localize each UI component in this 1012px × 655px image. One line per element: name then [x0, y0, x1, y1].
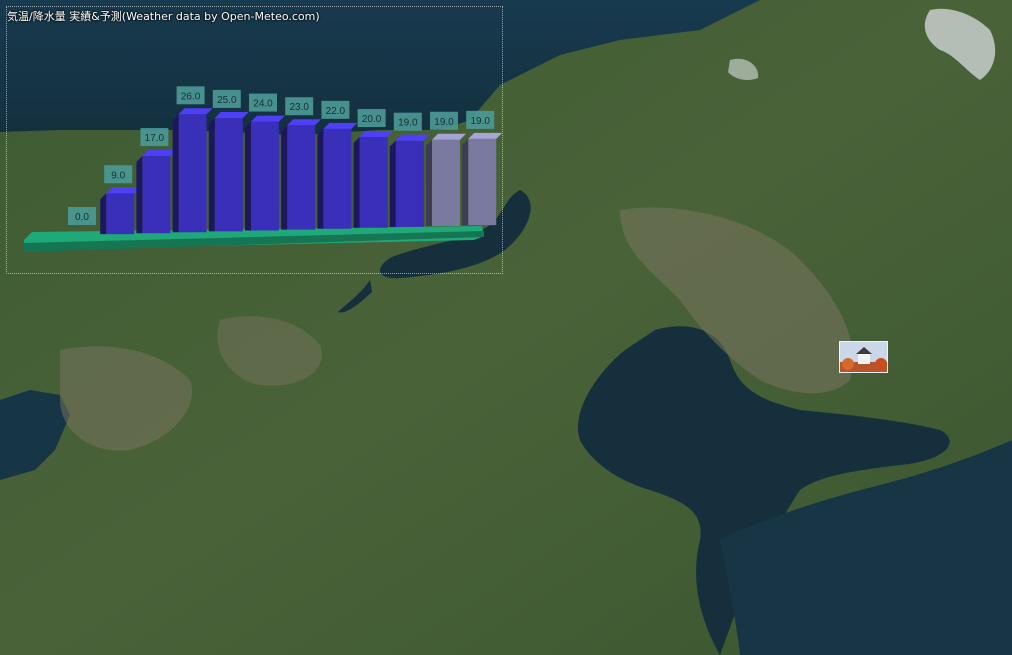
value-label: 22.0 — [326, 106, 346, 117]
castle-photo-icon[interactable] — [839, 341, 888, 373]
bar-top — [323, 122, 358, 129]
value-label: 17.0 — [145, 133, 165, 144]
bar-side — [136, 156, 143, 234]
weather-bar-chart: 0.0 9.0 17.0 26.0 25.0 24.0 23.0 22.0 20.0 19.0 19… — [24, 86, 503, 252]
bar-side — [462, 138, 469, 226]
bar-top — [359, 131, 394, 138]
value-label: 26.0 — [181, 91, 201, 102]
bar — [323, 128, 352, 229]
value-label: 19.0 — [398, 118, 418, 129]
value-label: 9.0 — [111, 170, 125, 181]
bar-top — [142, 150, 177, 157]
bar-top — [106, 187, 141, 194]
bar — [142, 156, 171, 234]
bar-top — [214, 111, 249, 118]
bar — [178, 114, 207, 233]
bar-top — [251, 115, 285, 122]
bar-side — [389, 140, 396, 227]
bar-top — [468, 132, 503, 139]
bar-side — [245, 121, 251, 231]
bar — [432, 139, 460, 226]
bar — [287, 125, 316, 230]
bar-side — [317, 128, 324, 229]
bar-top — [395, 134, 430, 141]
bar — [251, 121, 279, 231]
value-label: 19.0 — [434, 117, 454, 128]
bar — [395, 140, 424, 227]
bar — [468, 138, 497, 226]
bar-top — [432, 133, 466, 140]
bar-side — [100, 193, 107, 235]
value-label: 24.0 — [253, 99, 273, 110]
bar-side — [281, 125, 288, 230]
value-label: 25.0 — [217, 95, 237, 106]
bar-side — [208, 117, 215, 232]
bar-top — [287, 119, 322, 126]
bar-side — [172, 114, 179, 233]
value-label: 19.0 — [470, 116, 490, 127]
bar — [214, 117, 243, 232]
map-title: 気温/降水量 実績&予測(Weather data by Open-Meteo.… — [7, 10, 320, 23]
bar-side — [426, 139, 432, 226]
value-label: 20.0 — [362, 114, 382, 125]
bar-top — [178, 108, 213, 115]
bar — [106, 193, 135, 235]
bar — [359, 137, 388, 228]
bar-side — [353, 137, 360, 228]
value-label: 23.0 — [289, 102, 309, 113]
value-label: 0.0 — [75, 212, 89, 223]
